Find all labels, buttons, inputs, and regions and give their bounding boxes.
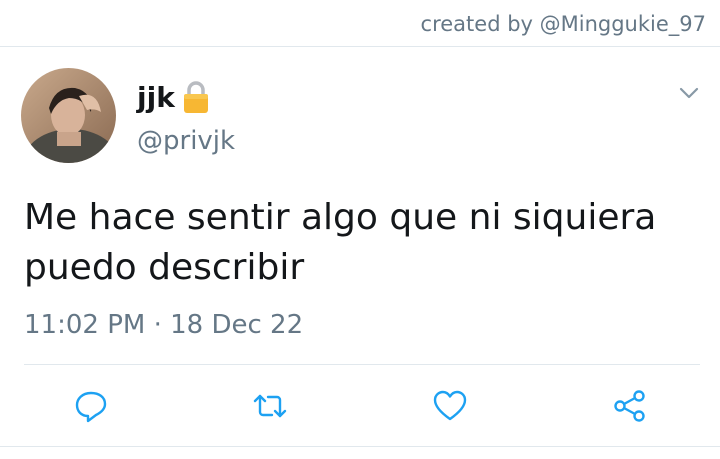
share-button[interactable] [612, 388, 648, 424]
creator-credit: created by @Minggukie_97 [420, 12, 706, 36]
top-divider [0, 46, 720, 47]
retweet-button[interactable] [252, 388, 288, 424]
share-icon [614, 390, 645, 422]
tweet-text-line: Me hace sentir algo que ni siquiera [24, 197, 657, 238]
retweet-icon [253, 394, 287, 418]
bottom-divider [0, 446, 720, 447]
handle[interactable]: @privjk [137, 126, 235, 156]
display-name-row: jjk [137, 80, 209, 114]
lock-icon [183, 80, 209, 114]
reply-button[interactable] [73, 388, 109, 424]
tweet-text: Me hace sentir algo que ni siquiera pued… [24, 193, 704, 293]
tweet-text-line: puedo describir [24, 247, 305, 288]
avatar[interactable] [21, 68, 116, 163]
reply-icon [75, 391, 107, 423]
like-button[interactable] [432, 388, 468, 424]
heart-icon [433, 390, 467, 421]
display-name[interactable]: jjk [137, 81, 175, 114]
chevron-down-icon[interactable] [677, 84, 701, 102]
actions-divider [24, 364, 700, 365]
timestamp[interactable]: 11:02 PM · 18 Dec 22 [24, 310, 303, 340]
